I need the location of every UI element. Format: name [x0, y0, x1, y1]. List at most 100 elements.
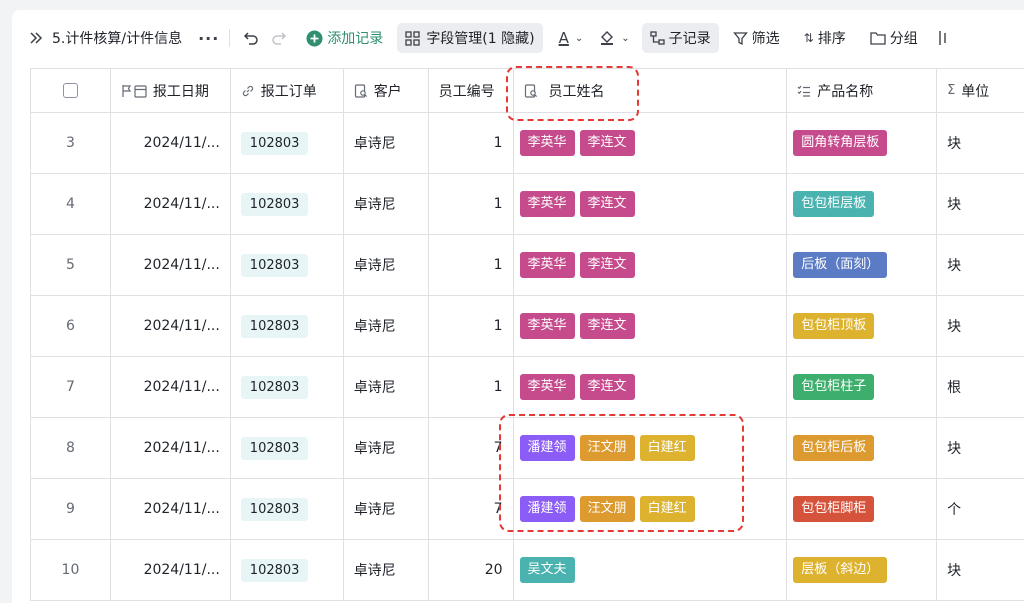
unit-cell[interactable]: 块	[937, 174, 1024, 234]
header-product[interactable]: 产品名称	[787, 69, 938, 112]
sort-button[interactable]: ⇅ 排序	[796, 23, 854, 53]
emp-name-cell[interactable]: 李英华 李连文	[514, 296, 788, 356]
order-link-tag[interactable]: 102803	[240, 436, 309, 460]
product-cell[interactable]: 包包柜顶板	[787, 296, 938, 356]
table-row[interactable]: 9 2024/11/... 102803 卓诗尼 7 潘建领 汪文朋 白建红 包包柜脚柜个	[31, 479, 1024, 540]
unit-cell[interactable]: 块	[937, 296, 1024, 356]
order-cell[interactable]: 102803	[231, 296, 344, 356]
date-cell[interactable]: 2024/11/...	[111, 113, 231, 173]
product-cell[interactable]: 包包柜柱子	[787, 357, 938, 417]
emp-name-cell[interactable]: 李英华 李连文	[514, 113, 788, 173]
product-cell[interactable]: 包包柜后板	[787, 418, 938, 478]
customer-cell[interactable]: 卓诗尼	[344, 235, 429, 295]
product-cell[interactable]: 层板（斜边）	[787, 540, 938, 600]
order-cell[interactable]: 102803	[231, 479, 344, 539]
product-cell[interactable]: 包包柜层板	[787, 174, 938, 234]
row-number[interactable]: 6	[31, 296, 111, 356]
order-cell[interactable]: 102803	[231, 357, 344, 417]
date-cell[interactable]: 2024/11/...	[111, 540, 231, 600]
emp-no-cell[interactable]: 20	[429, 540, 514, 600]
unit-cell[interactable]: 个	[937, 479, 1024, 539]
emp-name-cell[interactable]: 潘建领 汪文朋 白建红	[514, 479, 788, 539]
filter-button[interactable]: 筛选	[725, 23, 788, 53]
redo-icon[interactable]	[270, 29, 288, 47]
customer-cell[interactable]: 卓诗尼	[344, 540, 429, 600]
row-number[interactable]: 5	[31, 235, 111, 295]
header-customer[interactable]: 客户	[344, 69, 429, 112]
unit-cell[interactable]: 块	[937, 235, 1024, 295]
emp-no-cell[interactable]: 7	[429, 418, 514, 478]
select-all-checkbox[interactable]	[62, 83, 78, 98]
order-cell[interactable]: 102803	[231, 174, 344, 234]
emp-no-cell[interactable]: 1	[429, 235, 514, 295]
emp-no-cell[interactable]: 1	[429, 174, 514, 234]
group-button[interactable]: 分组	[862, 23, 926, 53]
row-number[interactable]: 4	[31, 174, 111, 234]
date-cell[interactable]: 2024/11/...	[111, 174, 231, 234]
table-row[interactable]: 7 2024/11/... 102803 卓诗尼 1 李英华 李连文 包包柜柱子根	[31, 357, 1024, 418]
table-row[interactable]: 6 2024/11/... 102803 卓诗尼 1 李英华 李连文 包包柜顶板块	[31, 296, 1024, 357]
fill-color-button[interactable]: ⌄	[591, 23, 637, 53]
emp-name-cell[interactable]: 李英华 李连文	[514, 357, 788, 417]
table-title[interactable]: 5.计件核算/计件信息	[52, 23, 182, 53]
emp-no-cell[interactable]: 1	[429, 357, 514, 417]
date-cell[interactable]: 2024/11/...	[111, 357, 231, 417]
emp-name-cell[interactable]: 李英华 李连文	[514, 174, 788, 234]
order-link-tag[interactable]: 102803	[240, 497, 309, 521]
date-cell[interactable]: 2024/11/...	[111, 479, 231, 539]
unit-cell[interactable]: 块	[937, 113, 1024, 173]
header-date[interactable]: 报工日期	[111, 69, 231, 112]
emp-no-cell[interactable]: 1	[429, 296, 514, 356]
row-height-icon[interactable]	[938, 30, 952, 46]
header-unit[interactable]: Σ 单位	[937, 69, 1024, 112]
product-cell[interactable]: 包包柜脚柜	[787, 479, 938, 539]
header-order[interactable]: 报工订单	[231, 69, 344, 112]
header-emp-name[interactable]: 员工姓名	[514, 69, 788, 112]
order-link-tag[interactable]: 102803	[240, 253, 309, 277]
emp-name-cell[interactable]: 潘建领 汪文朋 白建红	[514, 418, 788, 478]
row-number[interactable]: 10	[31, 540, 111, 600]
order-link-tag[interactable]: 102803	[240, 314, 309, 338]
order-cell[interactable]: 102803	[231, 113, 344, 173]
emp-name-cell[interactable]: 李英华 李连文	[514, 235, 788, 295]
product-cell[interactable]: 圆角转角层板	[787, 113, 938, 173]
order-link-tag[interactable]: 102803	[240, 131, 309, 155]
emp-no-cell[interactable]: 7	[429, 479, 514, 539]
order-cell[interactable]: 102803	[231, 540, 344, 600]
customer-cell[interactable]: 卓诗尼	[344, 296, 429, 356]
expand-sidebar-icon[interactable]	[28, 30, 44, 46]
order-link-tag[interactable]: 102803	[240, 558, 309, 582]
table-row[interactable]: 5 2024/11/... 102803 卓诗尼 1 李英华 李连文 后板（面刻）块	[31, 235, 1024, 296]
customer-cell[interactable]: 卓诗尼	[344, 479, 429, 539]
row-number[interactable]: 7	[31, 357, 111, 417]
order-link-tag[interactable]: 102803	[240, 192, 309, 216]
order-cell[interactable]: 102803	[231, 235, 344, 295]
table-row[interactable]: 4 2024/11/... 102803 卓诗尼 1 李英华 李连文 包包柜层板块	[31, 174, 1024, 235]
sub-record-button[interactable]: 子记录	[641, 23, 719, 53]
unit-cell[interactable]: 块	[937, 418, 1024, 478]
text-color-button[interactable]: A ⌄	[551, 23, 592, 53]
order-link-tag[interactable]: 102803	[240, 375, 309, 399]
row-number[interactable]: 9	[31, 479, 111, 539]
emp-name-cell[interactable]: 吴文夫	[514, 540, 788, 600]
customer-cell[interactable]: 卓诗尼	[344, 113, 429, 173]
header-emp-no[interactable]: 员工编号	[429, 69, 514, 112]
field-manage-button[interactable]: 字段管理(1 隐藏)	[397, 23, 543, 53]
more-icon[interactable]: ···	[198, 29, 219, 48]
unit-cell[interactable]: 块	[937, 540, 1024, 600]
order-cell[interactable]: 102803	[231, 418, 344, 478]
unit-cell[interactable]: 根	[937, 357, 1024, 417]
product-cell[interactable]: 后板（面刻）	[787, 235, 938, 295]
date-cell[interactable]: 2024/11/...	[111, 235, 231, 295]
undo-icon[interactable]	[242, 29, 260, 47]
add-record-button[interactable]: 添加记录	[304, 23, 391, 53]
table-row[interactable]: 3 2024/11/... 102803 卓诗尼 1 李英华 李连文 圆角转角层板块	[31, 113, 1024, 174]
customer-cell[interactable]: 卓诗尼	[344, 174, 429, 234]
customer-cell[interactable]: 卓诗尼	[344, 357, 429, 417]
row-number[interactable]: 8	[31, 418, 111, 478]
customer-cell[interactable]: 卓诗尼	[344, 418, 429, 478]
row-number[interactable]: 3	[31, 113, 111, 173]
table-row[interactable]: 10 2024/11/... 102803 卓诗尼 20 吴文夫 层板（斜边） 块	[31, 540, 1024, 601]
date-cell[interactable]: 2024/11/...	[111, 296, 231, 356]
emp-no-cell[interactable]: 1	[429, 113, 514, 173]
